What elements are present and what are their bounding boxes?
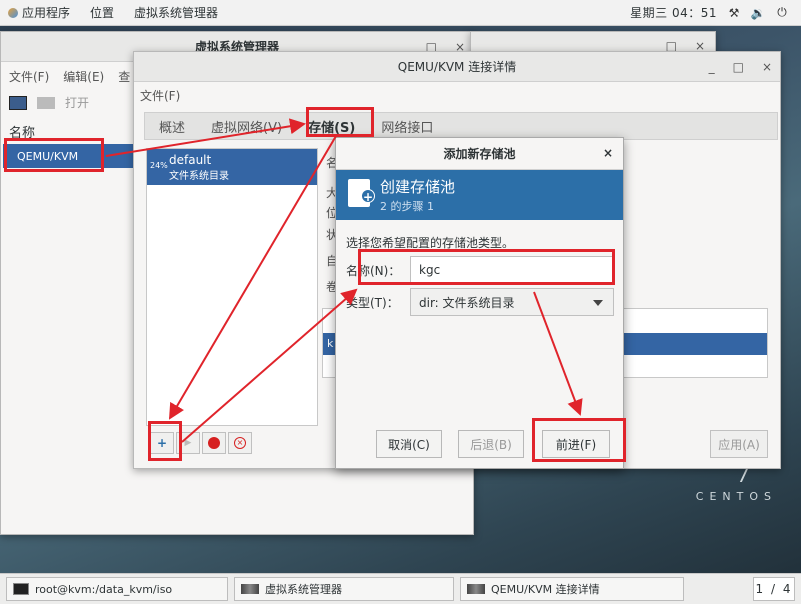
taskbar: root@kvm:/data_kvm/iso 虚拟系统管理器 QEMU/KVM … [0,573,801,604]
active-app-menu[interactable]: 虚拟系统管理器 [134,4,218,21]
new-vm-icon[interactable] [9,95,27,110]
virt-manager-icon [467,584,485,594]
taskbar-virt-manager[interactable]: 虚拟系统管理器 [234,577,454,601]
virt-manager-toolbar: 打开 [9,94,89,111]
pool-name: default [169,153,212,167]
centos-watermark: CENTOS [695,490,777,503]
close-icon[interactable]: × [762,60,772,74]
places-menu[interactable]: 位置 [90,4,114,21]
network-icon[interactable]: ⚒ [727,6,741,20]
pool-item-default[interactable]: 24% default 文件系统目录 [147,149,317,185]
delete-pool-button[interactable]: × [228,432,252,454]
apply-button[interactable]: 应用(A) [710,430,768,458]
details-menubar: 文件(F) [134,82,780,108]
workspace-pager[interactable]: 1 / 4 [753,577,795,601]
connection-details-titlebar[interactable]: QEMU/KVM 连接详情 _ □ × [134,52,780,82]
storage-pool-list: 24% default 文件系统目录 [146,148,318,426]
close-icon[interactable]: × [603,146,613,160]
virt-manager-menubar: 文件(F) 编辑(E) 查 [9,68,130,85]
cancel-button[interactable]: 取消(C) [376,430,442,458]
type-label: 类型(T)： [346,296,399,310]
tab-network-interfaces[interactable]: 网络接口 [381,117,433,136]
annotation-box-forward-button [532,418,626,462]
menu-file[interactable]: 文件(F) [140,87,180,104]
dialog-titlebar[interactable]: 添加新存储池 × [336,138,623,170]
back-button[interactable]: 后退(B) [458,430,524,458]
play-icon: ▶ [184,438,192,448]
pool-type-select[interactable]: dir: 文件系统目录 [410,288,614,316]
menu-file[interactable]: 文件(F) [9,68,49,85]
pool-type: 文件系统目录 [169,171,229,182]
tab-overview[interactable]: 概述 [159,117,185,136]
dropdown-caret-icon [593,300,603,306]
pool-usage-percent: 24% [150,161,168,170]
banner-title: 创建存储池 [380,178,456,196]
taskbar-connection-details[interactable]: QEMU/KVM 连接详情 [460,577,684,601]
terminal-icon [13,583,29,595]
tab-virtual-networks[interactable]: 虚拟网络(V) [211,117,282,136]
open-button[interactable]: 打开 [65,94,89,111]
clock[interactable]: 星期三 04：51 [630,4,717,21]
power-icon[interactable]: ⏻ [775,5,789,20]
volume-icon[interactable]: 🔉 [751,6,766,20]
banner-step: 2 的步骤 1 [380,200,434,213]
open-icon[interactable] [37,96,55,109]
delete-icon: × [234,437,246,449]
annotation-box-storage-tab [306,107,374,137]
top-panel: 应用程序 位置 虚拟系统管理器 星期三 04：51 ⚒ 🔉 ⏻ [0,0,801,26]
applications-menu[interactable]: 应用程序 [8,4,70,21]
new-pool-icon: + [348,179,375,207]
applications-icon [8,7,18,18]
record-icon [208,437,220,449]
stop-pool-button[interactable] [202,432,226,454]
taskbar-terminal[interactable]: root@kvm:/data_kvm/iso [6,577,228,601]
dialog-banner: + 创建存储池 2 的步骤 1 [336,170,623,220]
annotation-box-add-button [148,421,182,461]
annotation-box-connection [4,138,104,172]
maximize-icon[interactable]: □ [733,60,744,74]
menu-view[interactable]: 查 [118,68,130,85]
details-tabs: 概述 虚拟网络(V) 存储(S) 网络接口 [144,112,778,140]
minimize-icon[interactable]: _ [709,60,715,74]
menu-edit[interactable]: 编辑(E) [63,68,104,85]
virt-manager-icon [241,584,259,594]
annotation-box-name-field [358,249,615,285]
